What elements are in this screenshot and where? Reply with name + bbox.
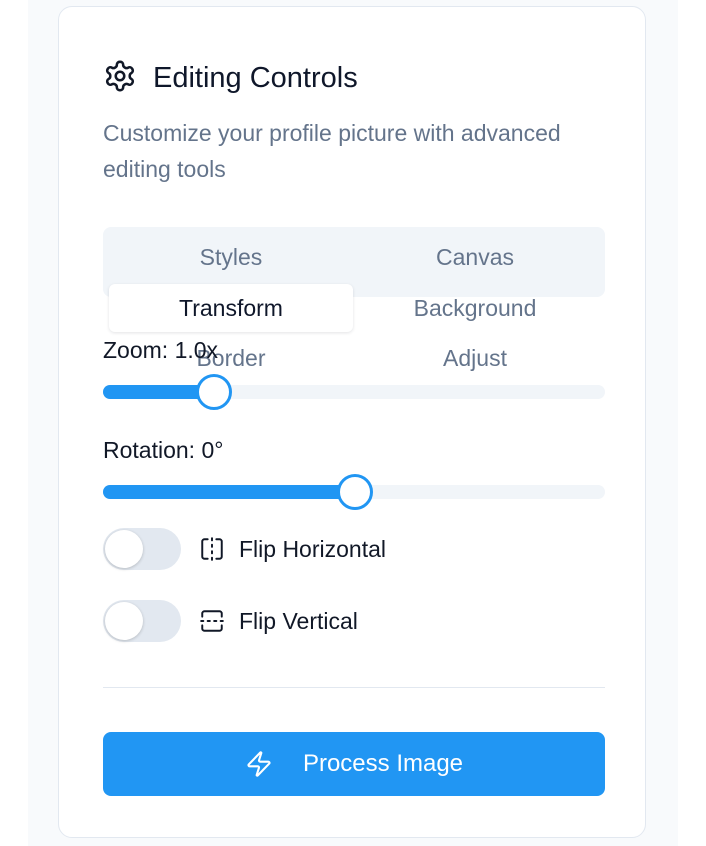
tab-styles[interactable]: Styles: [109, 233, 353, 281]
tab-transform[interactable]: Transform: [109, 284, 353, 332]
flip-vertical-switch[interactable]: [103, 600, 181, 642]
process-image-button[interactable]: Process Image: [103, 732, 605, 796]
flip-horizontal-icon: [199, 536, 225, 562]
card-header: Editing Controls: [103, 59, 358, 98]
tab-canvas[interactable]: Canvas: [353, 233, 597, 281]
flip-horizontal-label: Flip Horizontal: [239, 535, 386, 562]
tab-background[interactable]: Background: [353, 284, 597, 332]
gear-icon: [103, 59, 137, 98]
tab-adjust[interactable]: Adjust: [353, 334, 597, 382]
switch-knob: [105, 530, 143, 568]
zoom-slider-thumb[interactable]: [196, 374, 233, 410]
switch-knob: [105, 602, 143, 640]
rotation-slider-range: [103, 485, 354, 499]
rotation-slider[interactable]: [103, 474, 605, 510]
card-title: Editing Controls: [153, 62, 358, 94]
zoom-slider[interactable]: [103, 374, 605, 410]
flip-vertical-icon: [199, 608, 225, 634]
rotation-label: Rotation: 0°: [103, 437, 224, 463]
flip-horizontal-switch[interactable]: [103, 528, 181, 570]
zoom-label: Zoom: 1.0x: [103, 337, 219, 363]
editing-controls-card: Editing Controls Customize your profile …: [58, 6, 646, 838]
flip-horizontal-row: Flip Horizontal: [103, 528, 386, 570]
flip-vertical-label: Flip Vertical: [239, 607, 358, 634]
rotation-slider-thumb[interactable]: [337, 474, 373, 510]
zap-icon: [245, 750, 303, 778]
card-description: Customize your profile picture with adva…: [103, 120, 561, 182]
flip-vertical-row: Flip Vertical: [103, 600, 358, 642]
divider: [103, 687, 605, 688]
process-image-label: Process Image: [302, 750, 464, 777]
